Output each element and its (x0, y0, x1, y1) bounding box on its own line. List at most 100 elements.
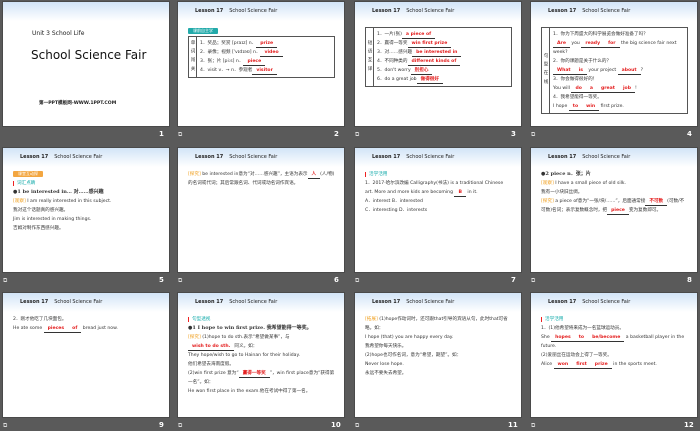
transition-icon[interactable]: ⧉ (178, 277, 182, 285)
transition-icon[interactable]: ⧉ (531, 422, 535, 430)
slide-thumbnail-8[interactable]: Lesson 17 School Science Fair ●2 piece n．张… (531, 148, 697, 272)
slide-thumbnail-9[interactable]: Lesson 17 School Science Fair 2．刚才他吃了几块面包。… (3, 293, 169, 417)
slide-thumbnail-2[interactable]: Lesson 17 School Science Fair 课前自主学 单词闯关 1．奖… (178, 2, 344, 126)
transition-icon[interactable]: ⧉ (355, 131, 359, 139)
slide-number: 5 (159, 276, 164, 284)
answer-blank: prize (590, 361, 612, 369)
text-line: 4．visit v．→ n．参观者 visitor (200, 66, 331, 75)
text: I hope (553, 104, 569, 109)
slide-thumbnail-1[interactable]: Unit 3 School Life School Science Fair 第… (3, 2, 169, 126)
answer-blank: wish to do sth. (188, 343, 235, 351)
text-line: [观察] I have a small piece of old silk. (541, 179, 688, 188)
text-line: 4．我希望能得一等奖。 (553, 93, 684, 102)
slide-header: Lesson 17 School Science Fair (355, 148, 521, 167)
slide-thumbnail-10[interactable]: Lesson 17 School Science Fair 句型透视 ●1 I hop… (178, 293, 344, 417)
slide-thumbnail-6[interactable]: Lesson 17 School Science Fair [探究] be inte… (178, 148, 344, 272)
slide-thumbnail-11[interactable]: Lesson 17 School Science Fair [拓展] (1)hope… (355, 293, 521, 417)
text: A．interest B．interested (365, 199, 423, 204)
text-line: I hope to win first prize. (553, 102, 684, 111)
slide-body: 活学活用 1．2017·哈尔滨改编 Calligraphy(书法) is a tr… (355, 167, 521, 215)
slide-thumbnail-12[interactable]: Lesson 17 School Science Fair 活学活用 1．(1)他希望… (531, 293, 697, 417)
slide-header: Lesson 17 School Science Fair (355, 2, 521, 21)
text: 6．do a great job (377, 77, 417, 82)
lesson-label: Lesson 17 (372, 8, 401, 14)
unit-title: Unit 3 School Life (32, 30, 85, 37)
text-line: He won first place in the exam.他在考试中得了第一… (188, 387, 335, 396)
label-tag: [观察] (541, 181, 554, 186)
text: 4．我希望能得一等奖。 (553, 95, 602, 100)
transition-icon[interactable]: ⧉ (178, 131, 182, 139)
text-line: They hope/wish to go to Hainan for their… (188, 351, 335, 360)
slide-thumbnail-5[interactable]: Lesson 17 School Science Fair 课堂互动探 词汇点睛 ●1 … (3, 148, 169, 272)
answer-blank: do (571, 85, 586, 93)
exercise-table: 短语互译 1．一片(张) a piece of 2．赢得一等奖 win first pr… (365, 27, 512, 87)
slide-number: 11 (508, 421, 518, 429)
answer-blank: B (454, 189, 466, 197)
key-point: ●1 be interested in… 对……感兴趣 (13, 189, 104, 195)
text-line: [探究] (1)hope to do sth.表示“希望做某事”，与 wish t… (188, 333, 335, 351)
key-point: ●2 piece n．张；片 (541, 171, 591, 177)
answer-blank: be/become (588, 334, 625, 342)
answer-blank: 人 (307, 171, 321, 179)
answer-blank: What (553, 67, 575, 75)
text-line: 1．2017·哈尔滨改编 Calligraphy(书法) is a tradit… (365, 179, 512, 197)
text: your project (586, 68, 618, 73)
transition-icon[interactable]: ⧉ (531, 277, 535, 285)
text: 2．刚才他吃了几块面包。 (13, 317, 67, 322)
lesson-title: School Science Fair (54, 154, 103, 160)
lesson-title: School Science Fair (582, 299, 631, 305)
transition-icon[interactable]: ⧉ (531, 131, 535, 139)
text-line: ●1 I hope to win first prize. 我希望能得一等奖。 (188, 324, 335, 333)
text-line: Never lose hope. (365, 360, 512, 369)
text-line: 2．录像；视频 ['vɪdɪəʊ] n． video (200, 48, 331, 57)
text-line: [探究] a piece of意为“一张/块/……”，后面通常接 不可数 (可数/不… (541, 197, 688, 215)
lesson-label: Lesson 17 (20, 299, 49, 305)
text: 变为复数即可。 (628, 208, 662, 213)
text: 1．一片(张) (377, 32, 402, 37)
text-line: 6．do a great job 做得很好 (377, 75, 508, 84)
text: 2．录像；视频 ['vɪdɪəʊ] n． (200, 50, 261, 55)
slide-thumbnail-3[interactable]: Lesson 17 School Science Fair 短语互译 1．一片(张) a… (355, 2, 521, 126)
slide-thumbnail-7[interactable]: Lesson 17 School Science Fair 活学活用 1．2017·哈… (355, 148, 521, 272)
slide-header: Lesson 17 School Science Fair (178, 148, 344, 167)
slide-header: Lesson 17 School Science Fair (178, 293, 344, 312)
section-heading: 活学活用 (541, 317, 564, 322)
lesson-label: Lesson 17 (548, 154, 577, 160)
transition-icon[interactable]: ⧉ (3, 277, 7, 285)
slide-header: Lesson 17 School Science Fair (531, 2, 697, 21)
answer-blank: different kinds of (407, 58, 461, 66)
text: You will (553, 86, 572, 91)
presentation-title: School Science Fair (31, 48, 147, 62)
label-tag: [拓展] (365, 317, 378, 322)
slide-number: 4 (687, 130, 692, 138)
lesson-label: Lesson 17 (372, 299, 401, 305)
answer-blank: first (572, 361, 591, 369)
text: I hope (that) you are happy every day. (365, 335, 454, 340)
slide-number: 10 (331, 421, 341, 429)
slide-body: ●2 piece n．张；片 [观察] I have a small piece … (531, 167, 697, 215)
text: in the sports meet. (611, 362, 657, 367)
slide-header: Lesson 17 School Science Fair (178, 2, 344, 21)
text: 1．(1)他希望将来成为一名篮球运动员。 (541, 326, 624, 331)
text: Alice (541, 362, 554, 367)
slide-thumbnail-4[interactable]: Lesson 17 School Science Fair 句型在线 1．你为下周盛大… (531, 2, 697, 126)
text-line: (2)win first prize 意为“ 赢得一等奖 ”，win first p… (188, 369, 335, 387)
text: I am really interested in this subject. (25, 199, 112, 204)
section-badge: 课堂互动探 (13, 171, 43, 177)
text: 4．visit v．→ n．参观者 (200, 68, 253, 73)
slide-body: 课堂互动探 词汇点睛 ●1 be interested in… 对……感兴趣 [观察]… (3, 167, 169, 233)
text: (2)爱丽丝在运动会上得了一等奖。 (541, 353, 612, 358)
answer-blank: 不可数 (645, 198, 668, 206)
text: (2)win first prize 意为“ (188, 371, 239, 376)
transition-icon[interactable]: ⧉ (178, 422, 182, 430)
text-line: 4．不同种类的 different kinds of (377, 57, 508, 66)
transition-icon[interactable]: ⧉ (3, 422, 7, 430)
text: ? (640, 68, 644, 73)
transition-icon[interactable]: ⧉ (355, 422, 359, 430)
transition-icon[interactable]: ⧉ (355, 277, 359, 285)
text: 永远不要失去希望。 (365, 371, 407, 376)
lesson-label: Lesson 17 (195, 8, 224, 14)
lesson-title: School Science Fair (406, 299, 455, 305)
slide-header: Lesson 17 School Science Fair (3, 293, 169, 312)
slide-number: 1 (159, 130, 164, 138)
